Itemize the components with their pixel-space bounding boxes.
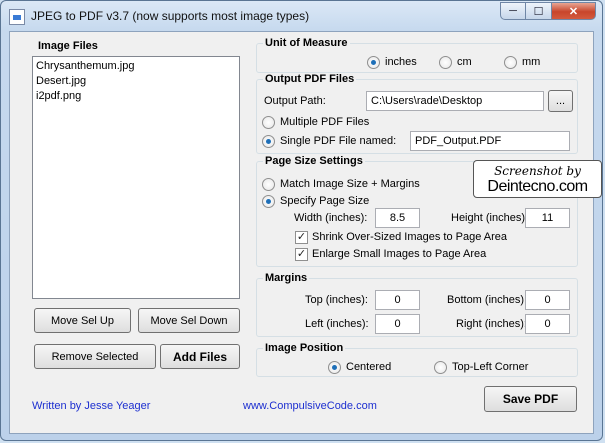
minimize-button[interactable]: ─	[500, 2, 526, 20]
single-pdf-label: Single PDF File named:	[280, 135, 397, 147]
margin-bottom-label: Bottom (inches):	[447, 294, 528, 306]
output-path-label: Output Path:	[264, 95, 326, 107]
browse-button[interactable]: ...	[548, 90, 573, 112]
app-window: JPEG to PDF v3.7 (now supports most imag…	[0, 0, 603, 441]
output-path-input[interactable]: C:\Users\rade\Desktop	[366, 91, 544, 111]
list-item[interactable]: i2pdf.png	[36, 89, 236, 104]
minimize-icon: ─	[509, 5, 517, 17]
height-input[interactable]: 11	[525, 208, 570, 228]
image-position-group: Image Position	[256, 342, 578, 377]
enlarge-images-label: Enlarge Small Images to Page Area	[312, 248, 487, 260]
move-sel-up-button[interactable]: Move Sel Up	[34, 308, 131, 333]
maximize-icon: ☐	[533, 5, 544, 18]
app-icon	[9, 9, 25, 25]
position-top-left-radio[interactable]	[434, 361, 447, 374]
unit-inches-label: inches	[385, 56, 417, 68]
shrink-images-checkbox[interactable]: ✓	[295, 231, 308, 244]
page-size-title: Page Size Settings	[263, 155, 365, 167]
watermark-badge: Screenshot by Deintecno.com	[473, 160, 602, 198]
title-bar[interactable]: JPEG to PDF v3.7 (now supports most imag…	[1, 1, 602, 31]
margin-left-input[interactable]: 0	[375, 314, 420, 334]
close-button[interactable]: ✕	[552, 2, 596, 20]
single-pdf-radio[interactable]	[262, 135, 275, 148]
width-label: Width (inches):	[294, 212, 368, 224]
window-controls: ─ ☐ ✕	[500, 2, 596, 21]
list-item[interactable]: Chrysanthemum.jpg	[36, 59, 236, 74]
margin-right-input[interactable]: 0	[525, 314, 570, 334]
save-pdf-button[interactable]: Save PDF	[484, 386, 577, 412]
shrink-images-label: Shrink Over-Sized Images to Page Area	[312, 231, 508, 243]
specify-page-size-radio[interactable]	[262, 195, 275, 208]
close-icon: ✕	[568, 5, 579, 18]
height-label: Height (inches):	[451, 212, 529, 224]
move-sel-down-button[interactable]: Move Sel Down	[138, 308, 240, 333]
maximize-button[interactable]: ☐	[526, 2, 552, 20]
specify-page-size-label: Specify Page Size	[280, 195, 370, 207]
window-title: JPEG to PDF v3.7 (now supports most imag…	[31, 9, 310, 23]
image-files-title: Image Files	[36, 40, 100, 52]
match-image-size-label: Match Image Size + Margins	[280, 178, 420, 190]
margin-top-input[interactable]: 0	[375, 290, 420, 310]
unit-cm-radio[interactable]	[439, 56, 452, 69]
margin-top-label: Top (inches):	[305, 294, 368, 306]
width-input[interactable]: 8.5	[375, 208, 420, 228]
margin-left-label: Left (inches):	[305, 318, 369, 330]
unit-mm-label: mm	[522, 56, 541, 68]
output-pdf-title: Output PDF Files	[263, 73, 357, 85]
author-link[interactable]: Written by Jesse Yeager	[32, 400, 150, 412]
remove-selected-button[interactable]: Remove Selected	[34, 344, 156, 369]
margin-bottom-input[interactable]: 0	[525, 290, 570, 310]
position-top-left-label: Top-Left Corner	[452, 361, 529, 373]
watermark-line2: Deintecno.com	[487, 178, 588, 195]
match-image-size-radio[interactable]	[262, 178, 275, 191]
single-pdf-name-input[interactable]: PDF_Output.PDF	[410, 131, 570, 151]
watermark-line1: Screenshot by	[494, 164, 581, 178]
margin-right-label: Right (inches):	[456, 318, 527, 330]
website-link[interactable]: www.CompulsiveCode.com	[243, 400, 377, 412]
multiple-pdf-label: Multiple PDF Files	[280, 116, 370, 128]
add-files-button[interactable]: Add Files	[160, 344, 240, 369]
margins-title: Margins	[263, 272, 310, 284]
image-position-title: Image Position	[263, 342, 346, 354]
multiple-pdf-radio[interactable]	[262, 116, 275, 129]
list-item[interactable]: Desert.jpg	[36, 74, 236, 89]
unit-inches-radio[interactable]	[367, 56, 380, 69]
position-centered-radio[interactable]	[328, 361, 341, 374]
unit-mm-radio[interactable]	[504, 56, 517, 69]
image-files-list[interactable]: Chrysanthemum.jpg Desert.jpg i2pdf.png	[32, 56, 240, 299]
position-centered-label: Centered	[346, 361, 392, 373]
enlarge-images-checkbox[interactable]: ✓	[295, 248, 308, 261]
client-area: Image Files Chrysanthemum.jpg Desert.jpg…	[9, 31, 594, 434]
unit-cm-label: cm	[457, 56, 472, 68]
unit-of-measure-title: Unit of Measure	[263, 37, 350, 49]
